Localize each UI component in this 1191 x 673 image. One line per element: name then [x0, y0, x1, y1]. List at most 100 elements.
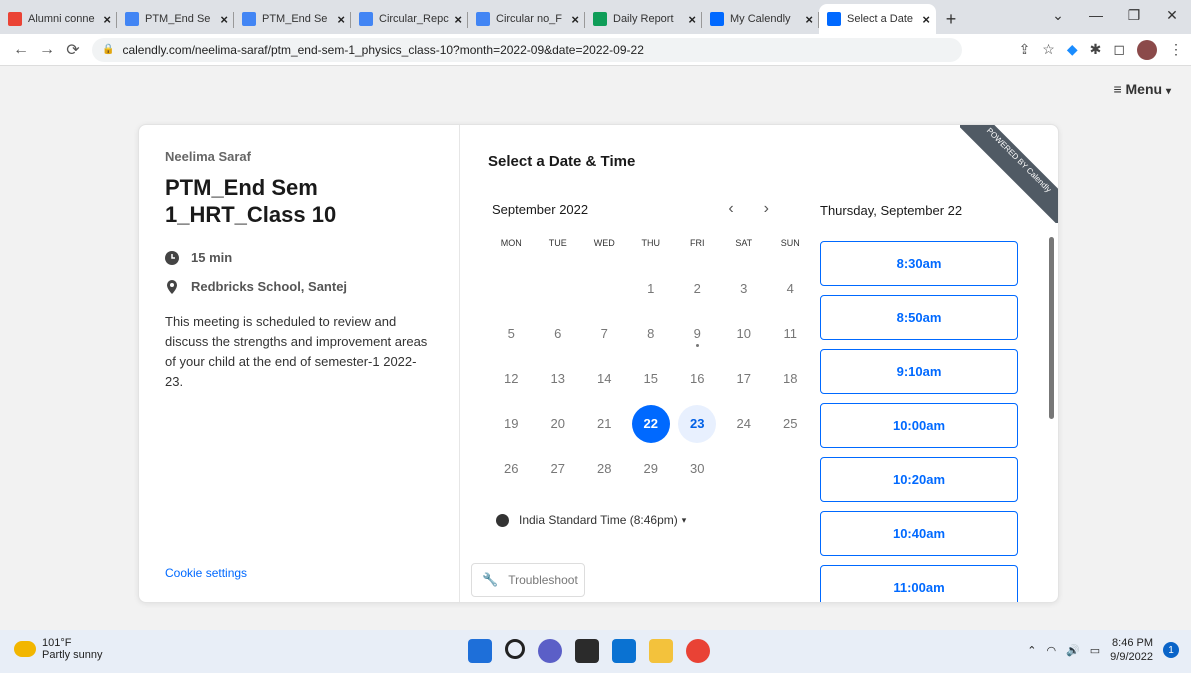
browser-tab[interactable]: Alumni conne × [0, 4, 117, 34]
tab-title: Alumni conne [28, 13, 95, 25]
calendar-day[interactable]: 23 [674, 401, 721, 446]
menu-label: Menu [1125, 81, 1163, 97]
hamburger-icon: ≡ [1113, 81, 1126, 97]
calendar-day: 24 [721, 401, 768, 446]
windows-taskbar: 101°F Partly sunny ⌃ ◠ 🔊 ▭ 8:46 PM 9/9/2… [0, 630, 1191, 673]
battery-icon[interactable]: ▭ [1090, 644, 1100, 657]
calendar-day: 14 [581, 356, 628, 401]
teams-chat-icon[interactable] [538, 639, 562, 663]
calendar-blank [581, 266, 628, 311]
weekday-header: MON [500, 238, 522, 248]
browser-tab[interactable]: My Calendly × [702, 4, 819, 34]
browser-tab[interactable]: Circular no_F × [468, 4, 585, 34]
browser-tab[interactable]: PTM_End Se × [117, 4, 234, 34]
browser-tab[interactable]: Circular_Repc × [351, 4, 468, 34]
window-controls: ⌄ — ❐ ✕ [1039, 0, 1191, 30]
clock[interactable]: 8:46 PM 9/9/2022 [1110, 636, 1153, 664]
sidepanel-icon[interactable]: ◻ [1113, 41, 1125, 58]
close-icon[interactable]: × [103, 12, 111, 27]
calendar-day-number: 21 [597, 416, 612, 431]
calendar-day-number: 29 [643, 461, 658, 476]
extension-icon[interactable]: ◆ [1067, 41, 1078, 58]
browser-tab[interactable]: Select a Date × [819, 4, 936, 34]
search-icon[interactable] [505, 639, 525, 659]
reload-icon[interactable]: ⟳ [60, 40, 86, 60]
close-window-icon[interactable]: ✕ [1153, 0, 1191, 30]
wifi-icon[interactable]: ◠ [1046, 644, 1056, 657]
close-icon[interactable]: × [922, 12, 930, 27]
calendar-day-number: 2 [693, 281, 701, 296]
wrench-icon: 🔧 [482, 572, 499, 587]
calendar-day[interactable]: 22 [628, 401, 675, 446]
close-icon[interactable]: × [805, 12, 813, 27]
close-icon[interactable]: × [454, 12, 462, 27]
calendar-day-number: 12 [504, 371, 519, 386]
duration-row: 15 min [165, 250, 433, 265]
tab-search-icon[interactable]: ⌄ [1039, 0, 1077, 30]
system-tray: ⌃ ◠ 🔊 ▭ 8:46 PM 9/9/2022 1 [1027, 636, 1179, 664]
calendly-icon [827, 12, 841, 26]
close-icon[interactable]: × [688, 12, 696, 27]
calendar-day-number: 27 [550, 461, 565, 476]
calendar-day: 16 [674, 356, 721, 401]
browser-tab[interactable]: Daily Report × [585, 4, 702, 34]
docs-icon [242, 12, 256, 26]
lock-icon: 🔒 [102, 44, 115, 55]
troubleshoot-button[interactable]: 🔧 Troubleshoot [471, 563, 585, 597]
bookmark-star-icon[interactable]: ☆ [1042, 41, 1055, 58]
minimize-icon[interactable]: — [1077, 0, 1115, 30]
time-slot-button[interactable]: 8:50am [820, 295, 1018, 340]
time-slot-button[interactable]: 10:00am [820, 403, 1018, 448]
close-icon[interactable]: × [571, 12, 579, 27]
volume-icon[interactable]: 🔊 [1066, 644, 1080, 657]
url-text: calendly.com/neelima-saraf/ptm_end-sem-1… [122, 42, 644, 57]
calendar-grid: MON TUE WED THU FRI SAT SUN 1 2 3 4 5 6 7 8 9 10 11 12 13 14… [488, 238, 800, 491]
calendar-day-number: 7 [600, 326, 608, 341]
notification-badge[interactable]: 1 [1163, 642, 1179, 658]
chevron-up-icon[interactable]: ⌃ [1027, 644, 1036, 657]
new-tab-button[interactable]: + [936, 4, 966, 34]
profile-avatar[interactable] [1137, 39, 1157, 60]
puzzle-icon[interactable]: ✱ [1090, 41, 1102, 58]
restore-icon[interactable]: ❐ [1115, 0, 1153, 30]
weekday-header: WED [593, 238, 615, 248]
weekday-header: FRI [690, 238, 705, 248]
calendar-day: 12 [488, 356, 535, 401]
weather-widget[interactable]: 101°F Partly sunny [14, 637, 103, 661]
file-explorer-icon[interactable] [649, 639, 673, 663]
kebab-menu-icon[interactable]: ⋮ [1169, 41, 1183, 58]
time-slot-button[interactable]: 10:40am [820, 511, 1018, 556]
mail-icon[interactable] [612, 639, 636, 663]
browser-tab[interactable]: PTM_End Se × [234, 4, 351, 34]
time-slot-button[interactable]: 8:30am [820, 241, 1018, 286]
prev-month-button[interactable]: ‹ [728, 200, 733, 218]
back-icon[interactable]: ← [8, 41, 34, 59]
calendar-day-number: 19 [504, 416, 519, 431]
calendar-day-number: 8 [647, 326, 655, 341]
location-row: Redbricks School, Santej [165, 279, 433, 294]
timezone-selector[interactable]: India Standard Time (8:46pm) ▾ [488, 513, 787, 527]
troubleshoot-label: Troubleshoot [508, 573, 578, 587]
slots-scrollbar[interactable] [1049, 237, 1054, 419]
cookie-settings-link[interactable]: Cookie settings [165, 566, 247, 580]
time-slot-button[interactable]: 10:20am [820, 457, 1018, 502]
calendar-day-number: 6 [554, 326, 562, 341]
close-icon[interactable]: × [337, 12, 345, 27]
next-month-button[interactable]: › [764, 200, 769, 218]
start-icon[interactable] [468, 639, 492, 663]
close-icon[interactable]: × [220, 12, 228, 27]
share-icon[interactable]: ⇪ [1019, 41, 1031, 58]
store-icon[interactable] [575, 639, 599, 663]
clock-time: 8:46 PM [1112, 637, 1153, 649]
calendar-day: 9 [674, 311, 721, 356]
time-slot-button[interactable]: 11:00am [820, 565, 1018, 602]
docs-icon [359, 12, 373, 26]
chrome-icon[interactable] [686, 639, 710, 663]
time-slot-button[interactable]: 9:10am [820, 349, 1018, 394]
forward-icon[interactable]: → [34, 41, 60, 59]
calendar-day: 1 [628, 266, 675, 311]
calendar-day: 2 [674, 266, 721, 311]
docs-icon [476, 12, 490, 26]
menu-button[interactable]: ≡ Menu ▾ [1113, 81, 1171, 97]
address-bar[interactable]: 🔒 calendly.com/neelima-saraf/ptm_end-sem… [92, 37, 962, 62]
